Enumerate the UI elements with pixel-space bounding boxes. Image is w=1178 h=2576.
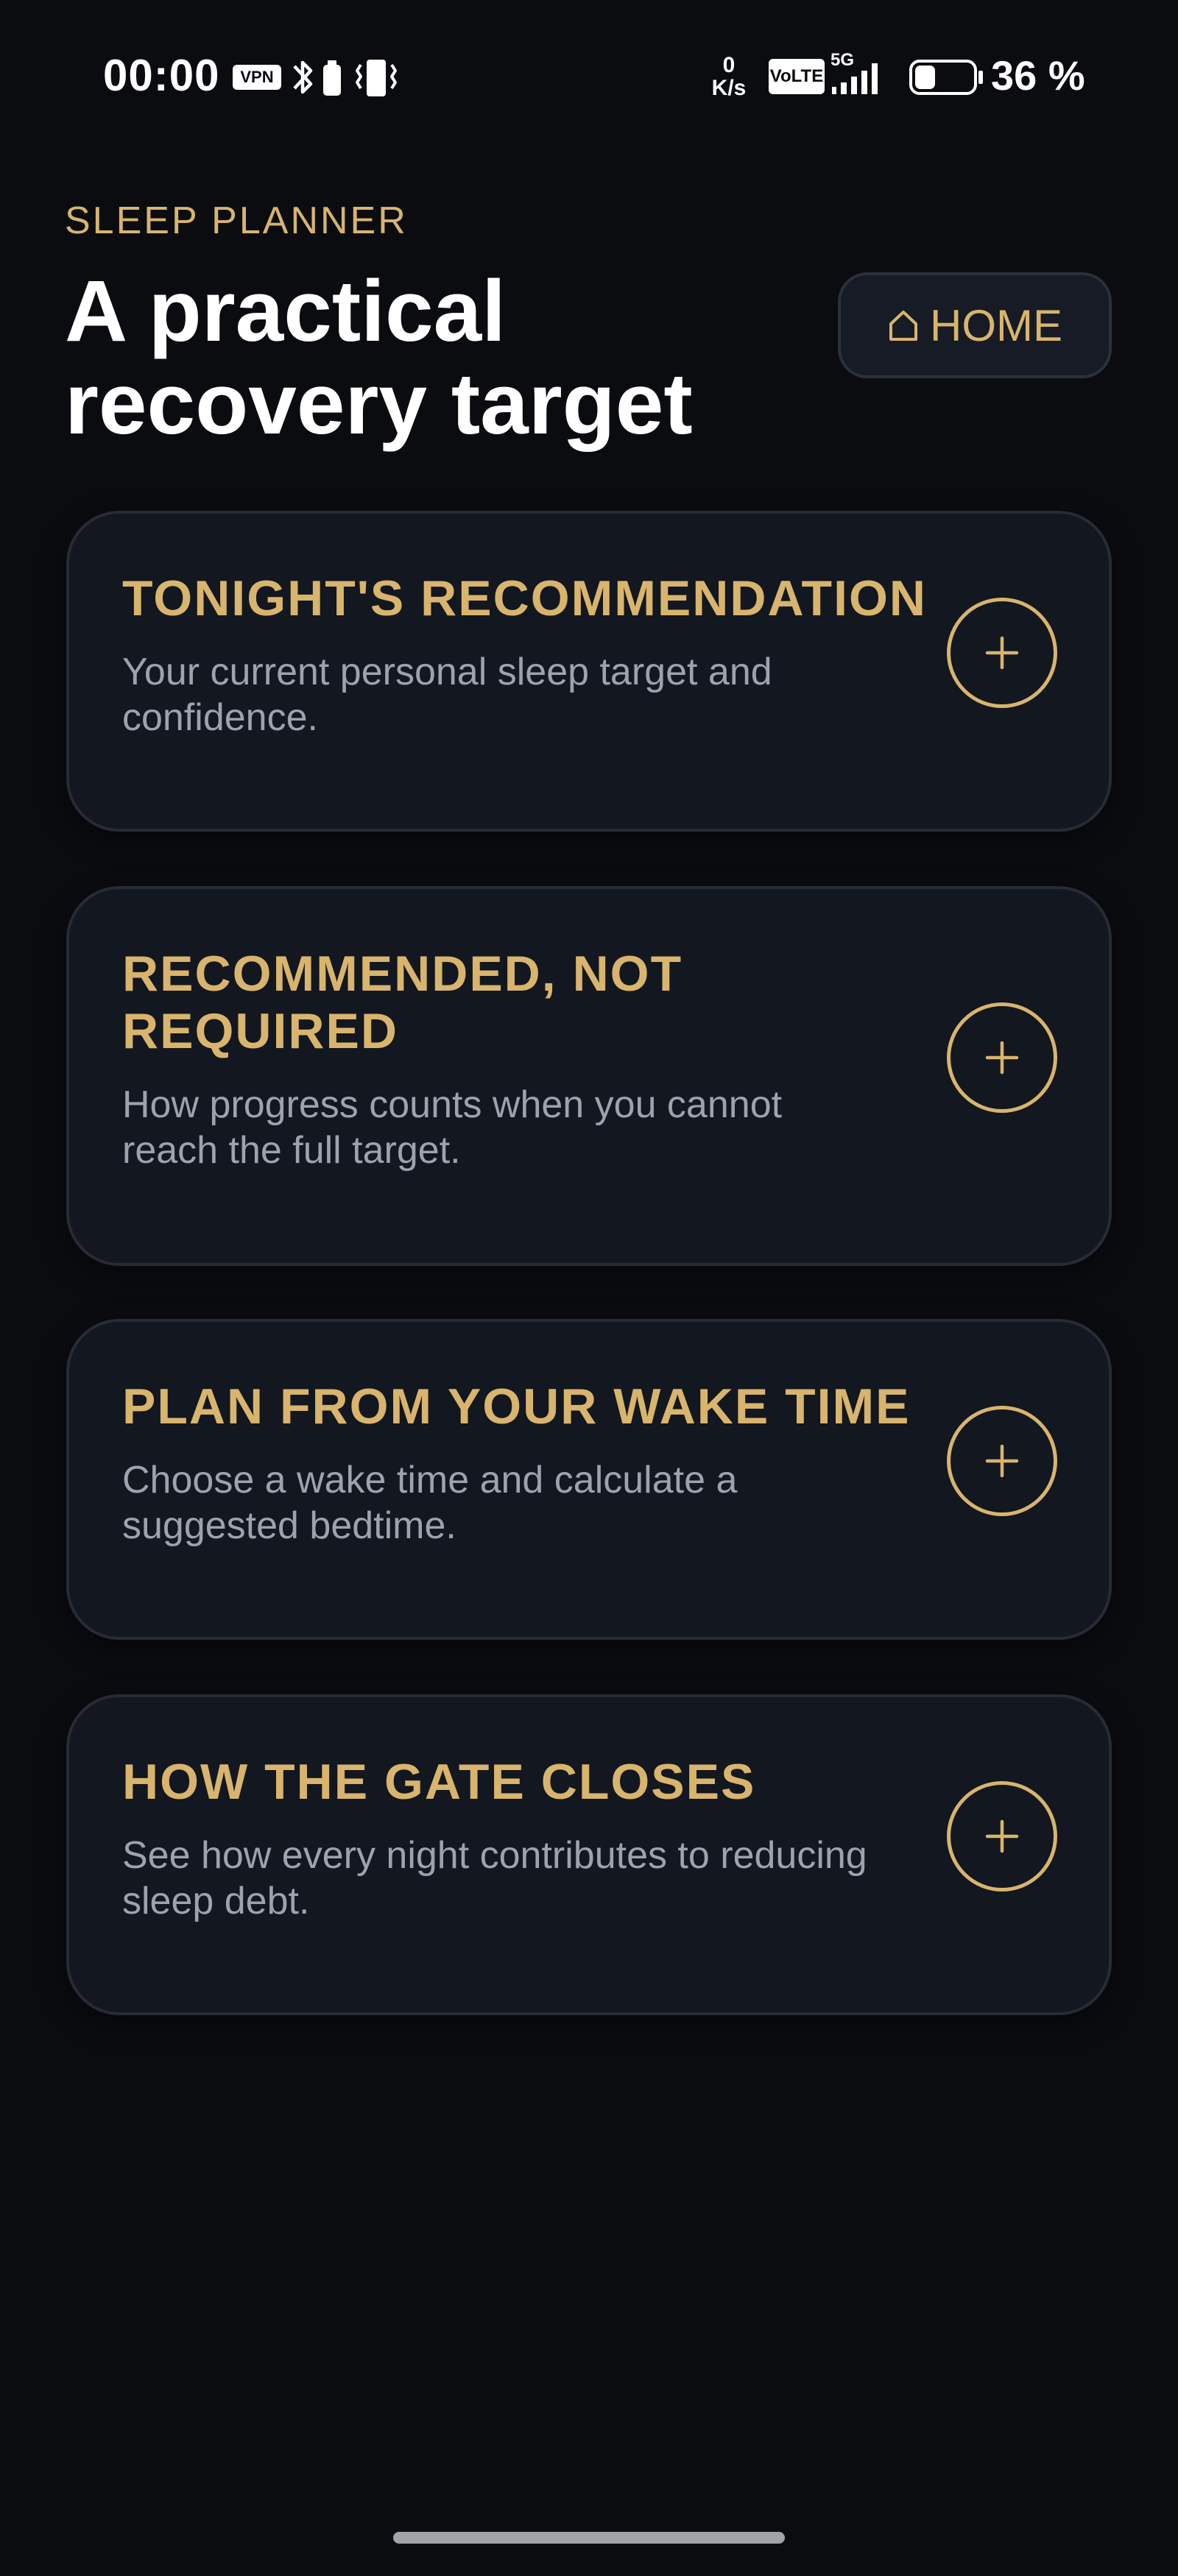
card-plan-from-wake-time[interactable]: PLAN FROM YOUR WAKE TIME Choose a wake t… (66, 1319, 1112, 1640)
page-title: A practical recovery target (65, 263, 693, 453)
card-description: Your current personal sleep target and c… (122, 651, 772, 739)
vibrate-icon (356, 60, 397, 96)
status-bar: 00:00 VPN 0 K/s VoLTE 5G 36 % (0, 0, 1178, 155)
network-speed-unit: K/s (711, 76, 747, 100)
card-description: See how every night contributes to reduc… (122, 1834, 867, 1922)
plus-icon (985, 1041, 1019, 1075)
plus-icon (985, 1444, 1019, 1478)
expand-button[interactable] (947, 1781, 1057, 1892)
network-speed: 0 K/s (705, 54, 752, 102)
card-description: How progress counts when you cannot reac… (122, 1083, 783, 1172)
expand-button[interactable] (947, 1406, 1057, 1516)
card-how-the-gate-closes[interactable]: HOW THE GATE CLOSES See how every night … (66, 1694, 1112, 2015)
card-title: RECOMMENDED, NOT REQUIRED (122, 946, 683, 1059)
card-description: Choose a wake time and calculate a sugge… (122, 1459, 738, 1547)
plus-icon (985, 1819, 1019, 1853)
plus-icon (985, 636, 1019, 670)
home-button-label: HOME (930, 300, 1062, 350)
network-speed-value: 0 (722, 53, 736, 77)
card-tonights-recommendation[interactable]: TONIGHT'S RECOMMENDATION Your current pe… (66, 511, 1112, 832)
bluetooth-icon (293, 60, 313, 94)
vpn-icon: VPN (233, 65, 281, 90)
volte-icon: VoLTE (769, 59, 825, 94)
status-time: 00:00 (103, 51, 220, 100)
expand-button[interactable] (947, 598, 1057, 708)
card-recommended-not-required[interactable]: RECOMMENDED, NOT REQUIRED How progress c… (66, 886, 1112, 1266)
battery-icon (909, 60, 983, 95)
card-title: TONIGHT'S RECOMMENDATION (122, 570, 927, 626)
home-icon (889, 311, 917, 341)
page-eyebrow: SLEEP PLANNER (65, 199, 408, 242)
home-button[interactable]: HOME (838, 272, 1112, 378)
card-title: PLAN FROM YOUR WAKE TIME (122, 1379, 911, 1434)
signal-icon: 5G (830, 50, 892, 97)
expand-button[interactable] (947, 1002, 1057, 1113)
battery-percent: 36 % (991, 52, 1085, 99)
battery-saver-icon (323, 60, 341, 96)
card-title: HOW THE GATE CLOSES (122, 1754, 756, 1810)
home-indicator[interactable] (393, 2532, 785, 2544)
